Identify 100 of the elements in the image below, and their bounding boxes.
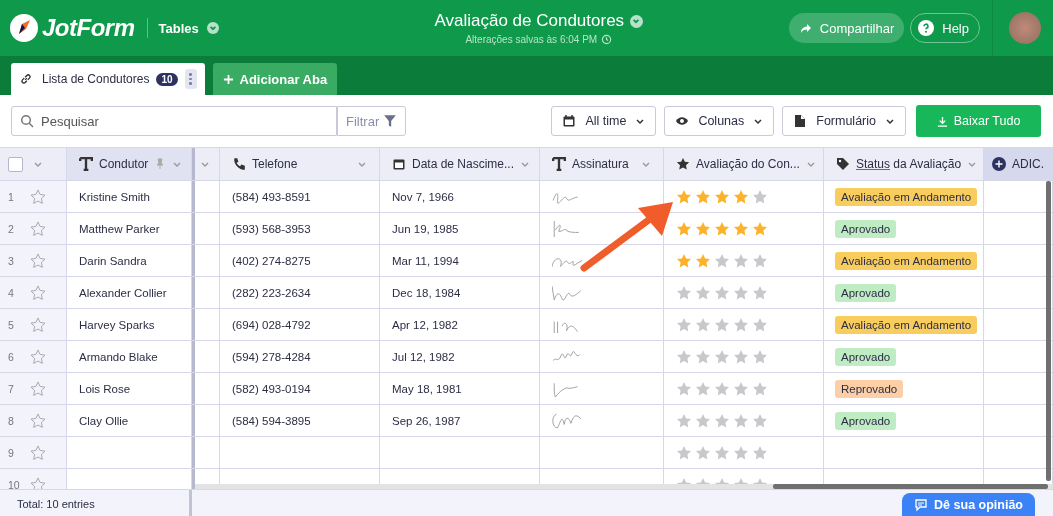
document-icon — [793, 114, 808, 128]
link-icon — [19, 72, 33, 86]
rating-star-icon — [714, 444, 730, 461]
table-cell: (584) 594-3895 — [232, 414, 311, 427]
column-header[interactable]: Telefone — [220, 148, 380, 180]
rating-star-icon — [733, 316, 749, 333]
row-number: 5 — [8, 318, 15, 331]
table-cell: (584) 493-8591 — [232, 190, 311, 203]
toolbar-dropdown[interactable]: Formulário — [782, 106, 906, 136]
eye-icon — [675, 114, 690, 128]
rating-star-icon — [752, 380, 768, 397]
rating-star-icon — [714, 412, 730, 429]
table-cell: (593) 568-3953 — [232, 222, 311, 235]
vertical-scrollbar[interactable] — [1046, 181, 1051, 481]
tag-icon — [836, 157, 850, 171]
chevron-icon — [206, 22, 219, 34]
search-field[interactable]: Pesquisar — [11, 106, 337, 136]
download-icon — [936, 115, 948, 127]
column-header[interactable]: Data de Nascime... — [380, 148, 540, 180]
table-cell: Matthew Parker — [79, 222, 160, 235]
rating-star-icon — [733, 348, 749, 365]
rating-star-icon — [714, 220, 730, 237]
star-rating[interactable] — [676, 348, 768, 365]
column-header[interactable]: Condutor — [67, 148, 192, 180]
horizontal-scrollbar[interactable] — [773, 484, 1048, 489]
chevron-icon — [885, 116, 895, 126]
phone-icon — [232, 157, 246, 171]
status-tag: Aprovado — [835, 283, 897, 302]
star-rating[interactable] — [676, 412, 768, 429]
logo-text[interactable]: JotForm — [42, 14, 135, 42]
column-header[interactable]: Assinatura — [540, 148, 664, 180]
rating-star-icon — [733, 412, 749, 429]
select-all-checkbox[interactable] — [8, 156, 23, 172]
rating-star-icon — [695, 188, 711, 205]
table-cell: Dec 18, 1984 — [392, 286, 461, 299]
rating-star-icon — [676, 252, 692, 269]
search-icon — [20, 114, 34, 128]
star-outline-icon[interactable] — [30, 444, 46, 461]
rating-star-icon — [676, 348, 692, 365]
table-cell: Darin Sandra — [79, 254, 147, 267]
star-rating[interactable] — [676, 220, 768, 237]
product-dropdown[interactable]: Tables — [158, 20, 219, 36]
chevron-icon — [635, 116, 646, 126]
toolbar-dropdown[interactable]: All time — [551, 106, 657, 136]
table-cell: (282) 223-2634 — [232, 286, 311, 299]
table-cell: (594) 278-4284 — [232, 350, 311, 363]
pencil-logo-icon — [10, 14, 38, 42]
add-column-button[interactable]: ADIC. — [984, 148, 1053, 180]
star-outline-icon[interactable] — [30, 188, 46, 205]
chevron-icon — [753, 116, 764, 126]
star-outline-icon[interactable] — [30, 252, 46, 269]
form-title[interactable]: Avaliação de Condutores — [434, 11, 625, 31]
chevron-icon[interactable] — [630, 14, 644, 28]
avatar[interactable] — [1009, 12, 1041, 44]
star-outline-icon[interactable] — [30, 348, 46, 365]
clock-icon — [601, 34, 613, 45]
star-rating[interactable] — [676, 252, 768, 269]
feedback-button[interactable]: Dê sua opinião — [902, 493, 1035, 516]
status-tag: Aprovado — [835, 411, 897, 430]
star-outline-icon[interactable] — [30, 284, 46, 301]
star-outline-icon[interactable] — [30, 476, 46, 489]
toolbar-dropdown[interactable]: Colunas — [664, 106, 775, 136]
status-tag: Aprovado — [835, 347, 897, 366]
table-cell: Nov 7, 1966 — [392, 190, 454, 203]
rating-star-icon — [752, 220, 768, 237]
star-rating[interactable] — [676, 188, 768, 205]
rating-star-icon — [695, 412, 711, 429]
rating-star-icon — [676, 380, 692, 397]
rating-star-icon — [714, 252, 730, 269]
status-tag: Avaliação em Andamento — [835, 315, 978, 334]
rating-star-icon — [733, 220, 749, 237]
rating-star-icon — [676, 220, 692, 237]
rating-star-icon — [714, 316, 730, 333]
table-cell: Sep 26, 1987 — [392, 414, 461, 427]
star-icon — [676, 157, 690, 171]
count-badge: 10 — [156, 72, 178, 86]
total-entries-text: Total: 10 entries — [17, 497, 95, 510]
share-arrow-icon — [798, 21, 813, 35]
rating-star-icon — [695, 348, 711, 365]
star-rating[interactable] — [676, 444, 768, 461]
star-outline-icon[interactable] — [30, 316, 46, 333]
rating-star-icon — [676, 444, 692, 461]
table-cell: Clay Ollie — [79, 414, 129, 427]
plus-icon — [222, 73, 234, 85]
table-cell: Armando Blake — [79, 350, 158, 363]
column-header[interactable]: Avaliação do Con... — [664, 148, 824, 180]
rating-star-icon — [714, 188, 730, 205]
star-outline-icon[interactable] — [30, 380, 46, 397]
calendar-icon — [392, 157, 406, 171]
star-rating[interactable] — [676, 316, 768, 333]
star-rating[interactable] — [676, 380, 768, 397]
plus-circle-icon — [992, 157, 1006, 171]
row-number: 7 — [8, 382, 15, 395]
sheet-tab[interactable]: Lista de Condutores 10 — [11, 63, 205, 95]
rating-star-icon — [733, 252, 749, 269]
star-outline-icon[interactable] — [30, 412, 46, 429]
table-cell: Alexander Collier — [79, 286, 167, 299]
star-outline-icon[interactable] — [30, 220, 46, 237]
star-rating[interactable] — [676, 284, 768, 301]
more-icon[interactable] — [184, 69, 197, 89]
